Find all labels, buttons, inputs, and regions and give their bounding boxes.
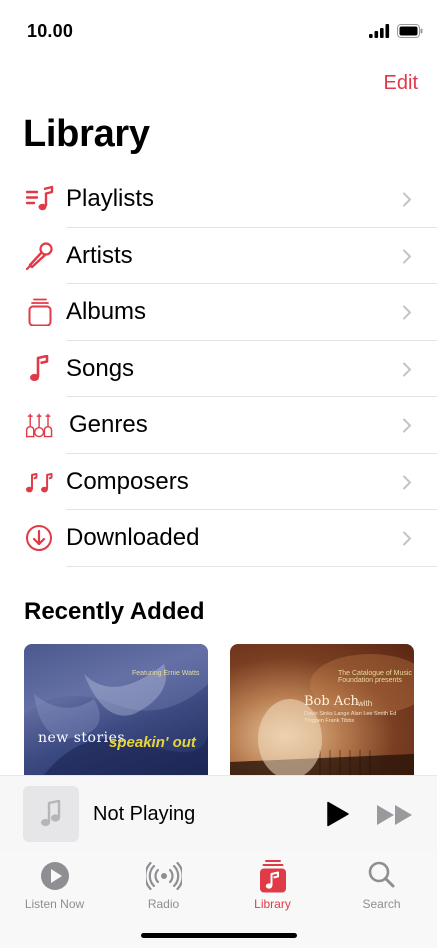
status-bar: 10.00 — [0, 0, 437, 62]
chevron-right-icon — [403, 362, 411, 376]
play-circle-icon — [40, 862, 69, 890]
home-indicator — [141, 933, 297, 938]
chevron-right-icon — [403, 305, 411, 320]
library-item-label: Songs — [66, 354, 135, 382]
chevron-right-icon — [403, 531, 411, 546]
album-cover-artist: Bob Ach — [304, 694, 359, 709]
library-item-downloaded[interactable]: Downloaded — [0, 510, 437, 567]
now-playing-title: Not Playing — [93, 803, 196, 825]
tab-listen-now[interactable]: Listen Now — [0, 858, 109, 918]
library-item-label: Artists — [66, 241, 133, 269]
chevron-right-icon — [403, 192, 411, 207]
library-item-label: Composers — [66, 467, 189, 495]
tab-label: Listen Now — [24, 897, 85, 911]
music-library-screen: 10.00 Edit Library Playlists Artists Alb… — [0, 0, 437, 948]
page-title: Library — [23, 113, 150, 155]
mini-player[interactable]: Not Playing — [0, 775, 437, 853]
search-icon — [368, 861, 394, 888]
tab-label: Library — [254, 897, 291, 911]
chevron-right-icon — [403, 249, 411, 263]
library-item-label: Downloaded — [66, 524, 200, 551]
album-artwork — [230, 654, 414, 775]
album-cover-new-stories[interactable]: Featuring Ernie Watts new stories speaki… — [24, 644, 208, 775]
tab-label: Radio — [147, 897, 180, 911]
edit-button[interactable]: Edit — [384, 72, 418, 95]
chevron-right-icon — [403, 418, 411, 433]
library-item-label: Playlists — [66, 185, 155, 212]
double-note-icon — [25, 472, 53, 492]
album-cover-small-text: The Catalogue of Music Foundation presen… — [338, 670, 412, 684]
tab-search[interactable]: Search — [327, 858, 436, 918]
library-item-genres[interactable]: Genres — [0, 397, 437, 454]
album-cover-fine-print: Davis Sinks Lange Alan Lee Smith Ed Thig… — [304, 711, 397, 724]
album-stack-icon — [28, 298, 52, 326]
library-item-songs[interactable]: Songs — [0, 341, 437, 397]
library-list: Playlists Artists Albums Songs Genres Co… — [0, 171, 437, 567]
microphone-icon — [25, 241, 53, 270]
tab-radio[interactable]: Radio — [109, 858, 218, 918]
album-cover-subtitle: speakin' out — [109, 734, 196, 751]
music-note-icon — [30, 354, 49, 381]
recently-added-title: Recently Added — [24, 598, 205, 625]
radio-waves-icon — [145, 861, 182, 891]
playlist-icon — [25, 185, 54, 211]
tab-label: Search — [362, 897, 401, 911]
album-artwork — [24, 644, 208, 775]
album-cover-with: with — [358, 699, 373, 708]
library-item-artists[interactable]: Artists — [0, 228, 437, 284]
tab-library[interactable]: Library — [218, 858, 327, 918]
library-item-playlists[interactable]: Playlists — [0, 171, 437, 228]
mini-player-artwork — [23, 786, 79, 842]
row-separator — [66, 565, 437, 567]
library-item-label: Genres — [69, 411, 148, 438]
battery-icon — [397, 24, 423, 38]
library-item-composers[interactable]: Composers — [0, 454, 437, 510]
play-button[interactable] — [326, 801, 350, 827]
album-cover-small-text: Featuring Ernie Watts — [132, 670, 200, 677]
library-item-albums[interactable]: Albums — [0, 284, 437, 341]
album-cover-bob-ach[interactable]: The Catalogue of Music Foundation presen… — [230, 644, 414, 775]
fast-forward-button[interactable] — [376, 804, 414, 826]
music-note-icon — [41, 800, 61, 827]
library-item-label: Albums — [66, 298, 147, 325]
cellular-signal-icon — [369, 24, 390, 38]
library-icon — [259, 860, 286, 893]
status-time: 10.00 — [27, 21, 74, 41]
chevron-right-icon — [403, 475, 411, 489]
download-circle-icon — [26, 525, 52, 551]
guitars-icon — [25, 413, 53, 438]
